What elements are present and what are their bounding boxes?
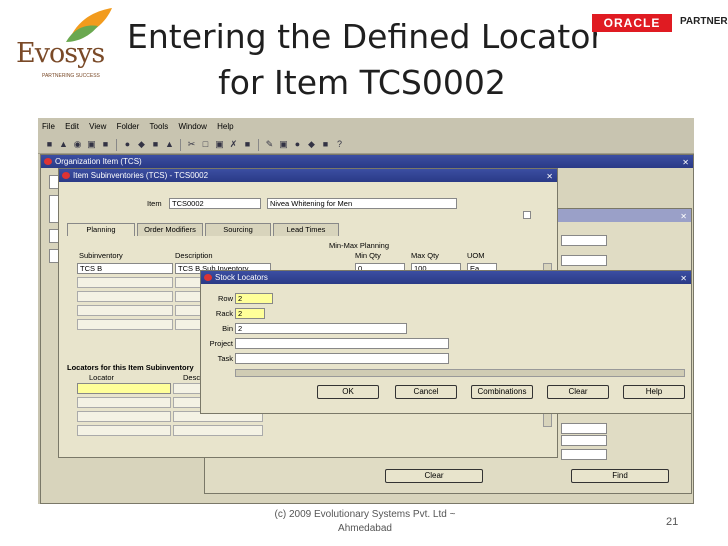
menu-view[interactable]: View bbox=[89, 120, 106, 134]
task-label: Task bbox=[217, 354, 233, 363]
help-icon[interactable]: ? bbox=[334, 139, 345, 150]
copy-icon[interactable]: □ bbox=[200, 139, 211, 150]
cancel-button[interactable]: Cancel bbox=[395, 385, 457, 399]
locators-section-label: Locators for this Item Subinventory bbox=[67, 363, 194, 372]
col-max-qty: Max Qty bbox=[411, 251, 439, 260]
locator-field[interactable] bbox=[77, 383, 171, 394]
menu-folder[interactable]: Folder bbox=[117, 120, 140, 134]
partner-label: PARTNER bbox=[680, 16, 728, 27]
menu-window[interactable]: Window bbox=[178, 120, 206, 134]
stock-locators-dialog: Stock Locators ✕ Row 2 Rack 2 Bin 2 Proj… bbox=[200, 270, 692, 414]
find-field-3[interactable] bbox=[561, 449, 607, 460]
clear-button[interactable]: Clear bbox=[385, 469, 483, 483]
page-number: 21 bbox=[666, 516, 679, 528]
item-field[interactable]: TCS0002 bbox=[169, 198, 261, 209]
item-description-field[interactable]: Nivea Whitening for Men bbox=[267, 198, 457, 209]
close-icon[interactable]: ✕ bbox=[546, 170, 553, 183]
tab-planning[interactable]: Planning bbox=[67, 223, 135, 236]
tab-sourcing[interactable]: Sourcing bbox=[205, 223, 271, 236]
subinventory-field[interactable]: TCS B bbox=[77, 263, 173, 274]
col-min-qty: Min Qty bbox=[355, 251, 381, 260]
tab-order-modifiers[interactable]: Order Modifiers bbox=[137, 223, 203, 236]
help-button[interactable]: Help bbox=[623, 385, 685, 399]
stock-locators-title: Stock Locators bbox=[215, 273, 268, 282]
close-icon[interactable]: ✕ bbox=[682, 156, 689, 169]
rack-label: Rack bbox=[215, 309, 233, 318]
slide-title: Entering the Defined Locators for Item T… bbox=[112, 14, 612, 106]
toolbar: ■ ▲ ◉ ▣ ■ ● ◆ ■ ▲ ✂ □ ▣ ✗ ■ ✎ ▣ ● ◆ ■ ? bbox=[38, 136, 694, 154]
task-field[interactable] bbox=[235, 353, 449, 364]
refresh-icon[interactable]: ● bbox=[122, 139, 133, 150]
item-subinventories-title: Item Subinventories (TCS) - TCS0002 bbox=[73, 171, 209, 180]
horizontal-scrollbar[interactable] bbox=[235, 369, 685, 377]
checkbox[interactable] bbox=[523, 211, 531, 219]
menu-edit[interactable]: Edit bbox=[65, 120, 79, 134]
translate-icon[interactable]: ◆ bbox=[306, 139, 317, 150]
close-icon[interactable]: ✕ bbox=[680, 272, 687, 285]
minmax-planning-label: Min-Max Planning bbox=[329, 241, 390, 250]
copyright-text: (c) 2009 Evolutionary Systems Pvt. Ltd ~… bbox=[274, 509, 456, 534]
menu-help[interactable]: Help bbox=[217, 120, 233, 134]
col-subinventory: Subinventory bbox=[79, 251, 123, 260]
evosys-logo: Evosys PARTNERING SUCCESS bbox=[12, 8, 112, 83]
bin-field[interactable]: 2 bbox=[235, 323, 407, 334]
rack-field[interactable]: 2 bbox=[235, 308, 265, 319]
slide-title-line1: Entering the Defined Locators bbox=[127, 17, 597, 56]
ok-button[interactable]: OK bbox=[317, 385, 379, 399]
menu-tools[interactable]: Tools bbox=[150, 120, 169, 134]
oracle-logo: ORACLE bbox=[592, 14, 672, 32]
row-field[interactable]: 2 bbox=[235, 293, 273, 304]
close-icon[interactable]: ✕ bbox=[680, 210, 687, 223]
logo-tagline: PARTNERING SUCCESS bbox=[42, 73, 100, 79]
project-field[interactable] bbox=[235, 338, 449, 349]
zoom-icon[interactable]: ◉ bbox=[72, 139, 83, 150]
folder-icon[interactable]: ▣ bbox=[278, 139, 289, 150]
organization-item-title: Organization Item (TCS) bbox=[55, 157, 142, 166]
attach-icon[interactable]: ● bbox=[292, 139, 303, 150]
print-icon[interactable]: ▣ bbox=[86, 139, 97, 150]
find-field-2[interactable] bbox=[561, 423, 607, 434]
project-label: Project bbox=[209, 339, 233, 348]
navigator-icon[interactable]: ▲ bbox=[58, 139, 69, 150]
find-field-1[interactable] bbox=[561, 435, 607, 446]
save-icon[interactable]: ■ bbox=[44, 139, 55, 150]
oracle-app-frame: File Edit View Folder Tools Window Help … bbox=[38, 118, 694, 504]
delete-icon[interactable]: ✗ bbox=[228, 139, 239, 150]
menu-file[interactable]: File bbox=[42, 120, 55, 134]
slide-title-line2: for Item TCS0002 bbox=[218, 63, 506, 102]
bin-label: Bin bbox=[222, 324, 233, 333]
col-locator: Locator bbox=[89, 373, 115, 382]
clear-button[interactable]: Clear bbox=[547, 385, 609, 399]
combinations-button[interactable]: Combinations bbox=[471, 385, 533, 399]
col-description: Description bbox=[175, 251, 213, 260]
item-label: Item bbox=[147, 199, 162, 208]
find-button[interactable]: Find bbox=[571, 469, 669, 483]
col-uom: UOM bbox=[467, 251, 485, 260]
tab-lead-times[interactable]: Lead Times bbox=[273, 223, 339, 236]
layers-icon[interactable]: ▲ bbox=[164, 139, 175, 150]
edit-icon[interactable]: ✎ bbox=[264, 139, 275, 150]
insert-icon[interactable]: ■ bbox=[242, 139, 253, 150]
row-label: Row bbox=[217, 294, 233, 303]
lov-icon[interactable]: ■ bbox=[150, 139, 161, 150]
menu-bar: File Edit View Folder Tools Window Help bbox=[38, 120, 694, 134]
logo-wordmark: Evosys bbox=[16, 38, 105, 69]
close-form-icon[interactable]: ■ bbox=[100, 139, 111, 150]
find-icon[interactable]: ◆ bbox=[136, 139, 147, 150]
clip-icon[interactable]: ■ bbox=[320, 139, 331, 150]
cut-icon[interactable]: ✂ bbox=[186, 139, 197, 150]
paste-icon[interactable]: ▣ bbox=[214, 139, 225, 150]
